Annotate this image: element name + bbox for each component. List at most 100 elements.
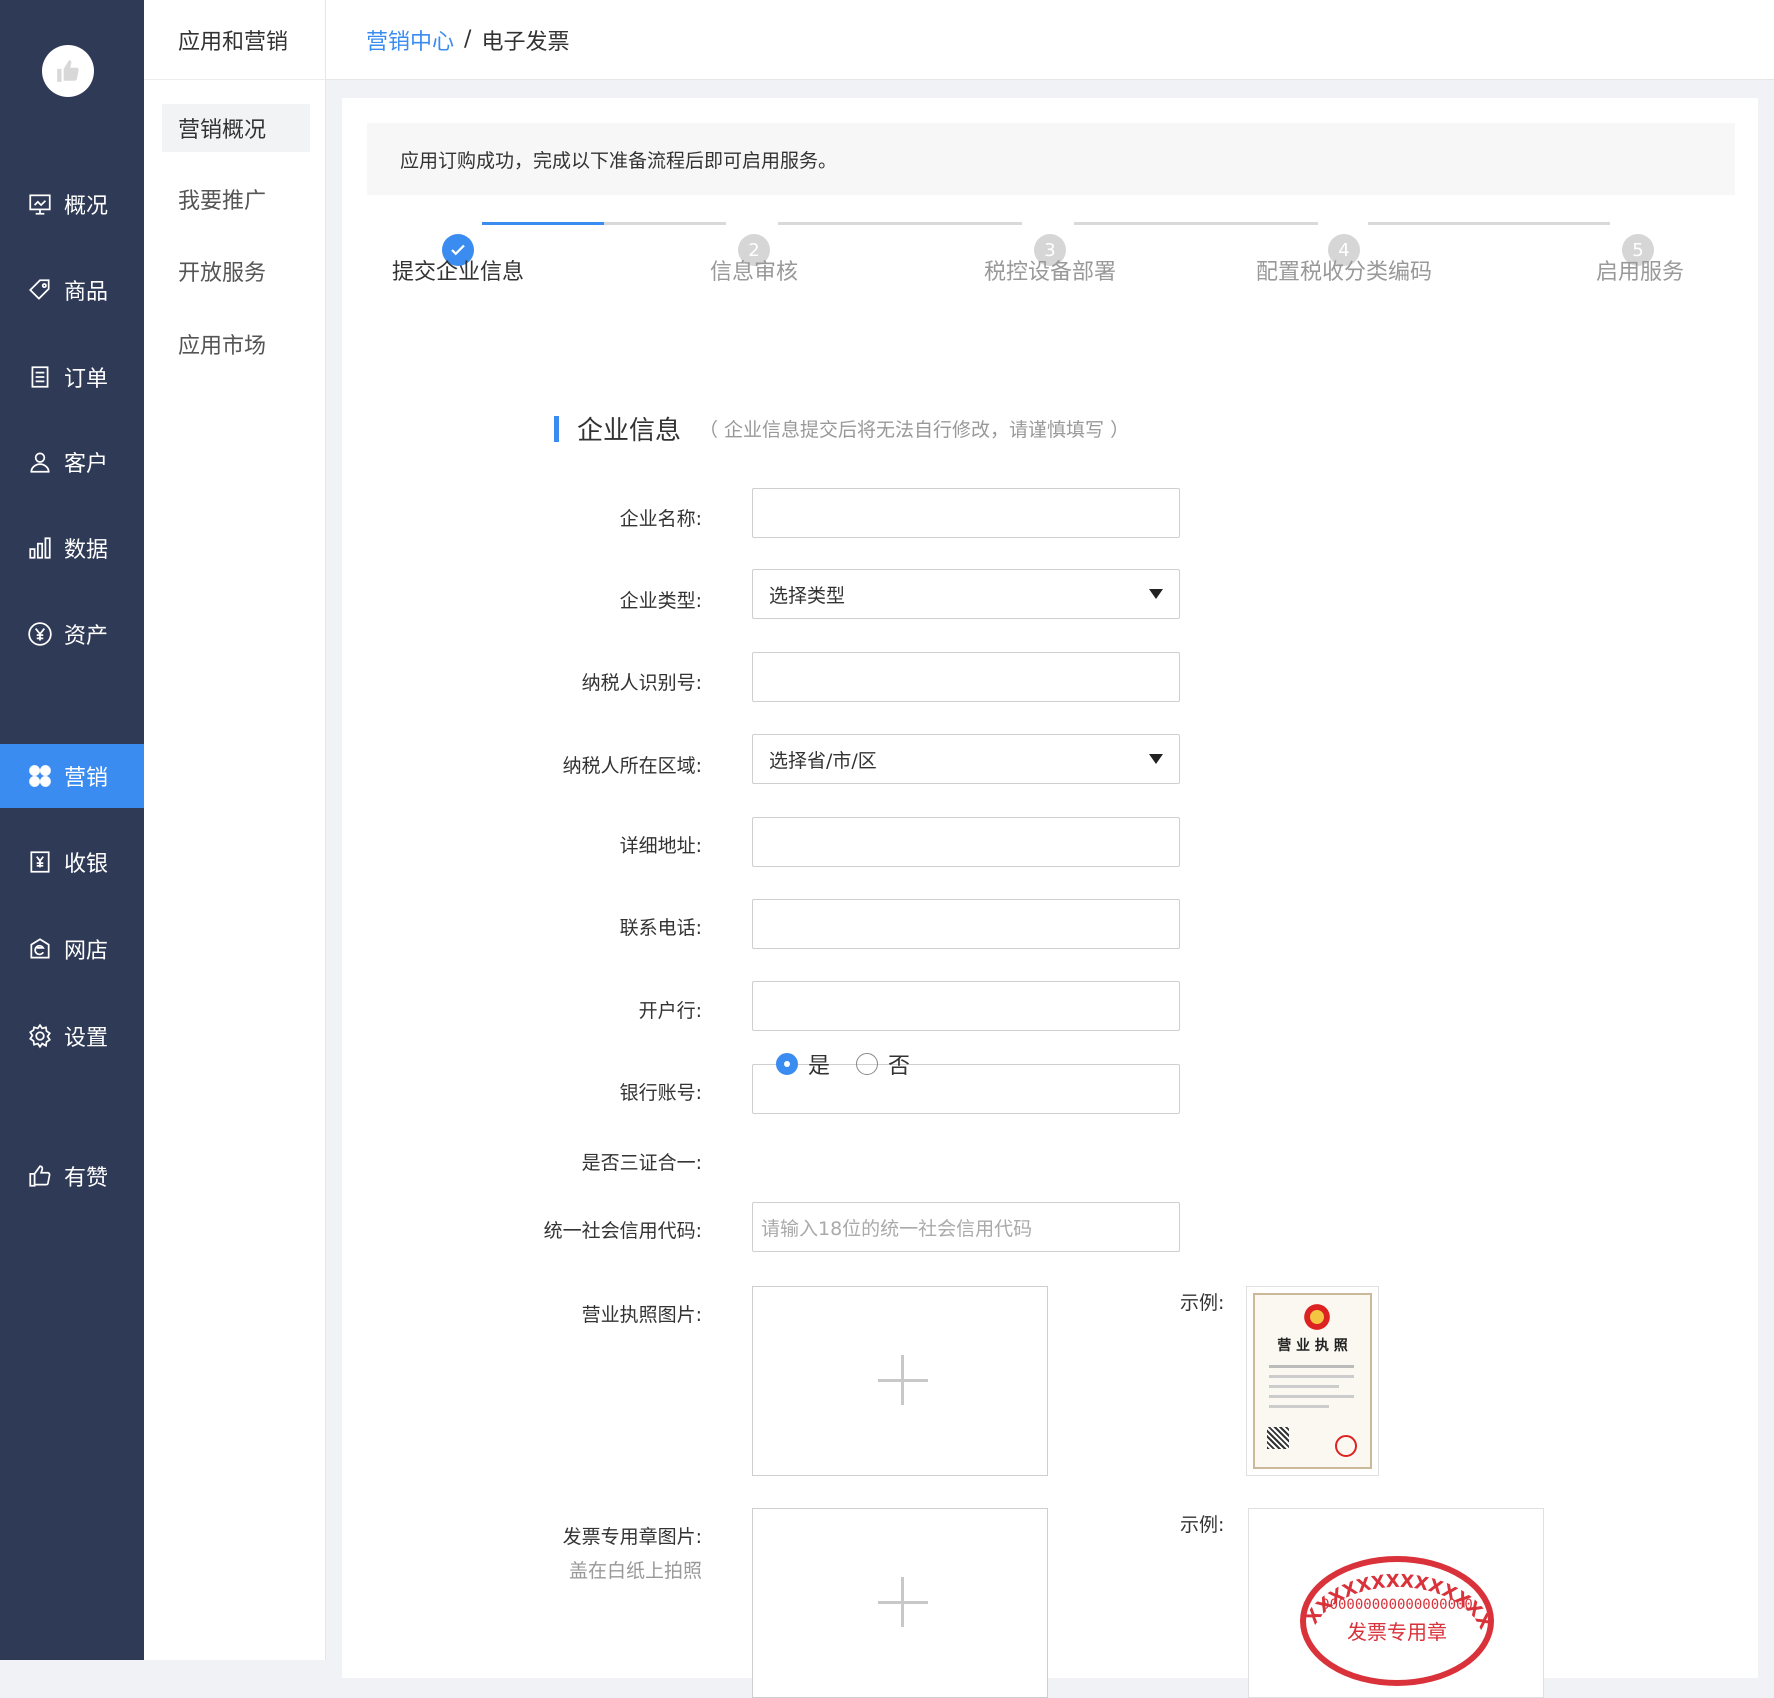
sidebar-item-label: 资产: [64, 624, 109, 649]
sidebar-item-customers[interactable]: 客户: [0, 430, 144, 494]
step-connector-progress: [482, 222, 604, 225]
stamp-upload[interactable]: [752, 1508, 1048, 1698]
clover-icon: [26, 762, 54, 790]
license-example-document: 营 业 执 照: [1253, 1293, 1372, 1469]
sidebar-item-label: 商品: [64, 280, 109, 305]
main-panel: 应用订购成功，完成以下准备流程后即可启用服务。 2 3 4 5 提交企业信息 信…: [342, 98, 1758, 1698]
license-text-line: [1269, 1395, 1354, 1398]
license-text-line: [1269, 1365, 1354, 1368]
example-label: 示例:: [1180, 1292, 1225, 1314]
license-example-title: 营 业 执 照: [1277, 1338, 1348, 1354]
license-text-line: [1269, 1385, 1339, 1388]
section-header: 企业信息 （ 企业信息提交后将无法自行修改，请谨慎填写 ）: [554, 410, 1129, 447]
label-three-in-one: 是否三证合一:: [581, 1152, 702, 1174]
label-company-name: 企业名称:: [619, 508, 702, 530]
thumbs-up-icon: [26, 1162, 54, 1190]
breadcrumb: 营销中心 / 电子发票: [326, 0, 1774, 80]
credit-code-input[interactable]: 请输入18位的统一社会信用代码: [752, 1202, 1180, 1252]
sidebar-item-overview[interactable]: 概况: [0, 172, 144, 236]
address-input[interactable]: [752, 817, 1180, 867]
license-text-line: [1269, 1405, 1329, 1408]
bar-chart-icon: [26, 534, 54, 562]
yen-circle-icon: [26, 620, 54, 648]
thumbs-up-icon: [57, 60, 79, 82]
sidebar-item-products[interactable]: 商品: [0, 258, 144, 322]
red-stamp-icon: [1335, 1435, 1357, 1457]
sidebar-item-shop[interactable]: 网店: [0, 917, 144, 981]
sidebar-item-settings[interactable]: 设置: [0, 1004, 144, 1068]
secondary-nav-item-open-service[interactable]: 开放服务: [162, 247, 310, 295]
breadcrumb-current: 电子发票: [481, 29, 570, 55]
label-company-type: 企业类型:: [619, 590, 702, 612]
label-phone: 联系电话:: [619, 917, 702, 939]
step-2-label: 信息审核: [710, 260, 799, 285]
section-hint: （ 企业信息提交后将无法自行修改，请谨慎填写 ）: [699, 419, 1130, 441]
shop-icon: [26, 935, 54, 963]
success-notice: 应用订购成功，完成以下准备流程后即可启用服务。: [367, 123, 1735, 195]
license-text-line: [1269, 1375, 1354, 1378]
presentation-icon: [26, 190, 54, 218]
label-address: 详细地址:: [619, 835, 702, 857]
primary-sidebar: 概况 商品 订单 客户 数据 资产 营销 收银 网店 设置 有赞: [0, 0, 144, 1660]
stamp-number: 000000000000000000: [1321, 1597, 1473, 1613]
sidebar-item-label: 收银: [64, 852, 109, 877]
radio-no[interactable]: [856, 1053, 879, 1075]
invoice-stamp-example: XXXXXXXXXXXXXXXXX 000000000000000000 发票专…: [1249, 1509, 1496, 1686]
sidebar-item-data[interactable]: 数据: [0, 516, 144, 580]
dropdown-arrow-icon: [1149, 754, 1163, 764]
label-taxpayer-region: 纳税人所在区域:: [562, 755, 702, 777]
label-bank: 开户行:: [638, 1000, 702, 1022]
secondary-nav-item-promote[interactable]: 我要推广: [162, 175, 310, 223]
sidebar-item-orders[interactable]: 订单: [0, 345, 144, 409]
phone-input[interactable]: [752, 899, 1180, 949]
company-type-select[interactable]: 选择类型: [752, 569, 1180, 619]
plus-icon-vertical: [901, 1577, 904, 1627]
label-bank-account: 银行账号:: [619, 1082, 702, 1104]
taxpayer-region-select[interactable]: 选择省/市/区: [752, 734, 1180, 784]
sidebar-item-assets[interactable]: 资产: [0, 602, 144, 666]
step-connector-2: [778, 222, 1022, 225]
sidebar-item-label: 设置: [64, 1026, 109, 1051]
stamp-name: 发票专用章: [1347, 1620, 1447, 1644]
secondary-nav-item-app-market[interactable]: 应用市场: [162, 320, 310, 368]
sidebar-item-label: 营销: [64, 766, 109, 791]
section-accent-bar: [554, 415, 559, 442]
company-type-value: 选择类型: [769, 584, 846, 607]
step-5-label: 启用服务: [1596, 260, 1685, 285]
radio-yes-label[interactable]: 是: [808, 1048, 830, 1080]
secondary-nav: 应用和营销 营销概况 我要推广 开放服务 应用市场: [144, 0, 326, 1660]
stamp-image-hint: 盖在白纸上拍照: [568, 1560, 702, 1582]
taxpayer-id-input[interactable]: [752, 652, 1180, 702]
receipt-icon: [26, 848, 54, 876]
sidebar-item-label: 数据: [64, 538, 109, 563]
radio-yes[interactable]: [776, 1053, 798, 1075]
radio-no-label[interactable]: 否: [888, 1048, 910, 1080]
sidebar-item-label: 客户: [64, 452, 109, 477]
step-4-label: 配置税收分类编码: [1256, 260, 1433, 285]
example-label: 示例:: [1180, 1514, 1225, 1536]
bank-input[interactable]: [752, 981, 1180, 1031]
sidebar-item-label: 订单: [64, 367, 109, 392]
sidebar-item-cashier[interactable]: 收银: [0, 830, 144, 894]
label-stamp-image: 发票专用章图片:: [562, 1526, 702, 1548]
dropdown-arrow-icon: [1149, 589, 1163, 599]
breadcrumb-link-marketing-center[interactable]: 营销中心: [366, 24, 454, 56]
step-1-label: 提交企业信息: [392, 260, 525, 285]
gear-icon: [26, 1022, 54, 1050]
sidebar-item-label: 有赞: [64, 1166, 109, 1191]
user-icon: [26, 448, 54, 476]
tag-icon: [26, 276, 54, 304]
sidebar-item-marketing[interactable]: 营销: [0, 744, 144, 808]
secondary-nav-item-overview[interactable]: 营销概况: [162, 104, 310, 152]
taxpayer-region-value: 选择省/市/区: [769, 749, 877, 772]
qr-code-icon: [1267, 1427, 1289, 1449]
step-3-label: 税控设备部署: [984, 260, 1117, 285]
stamp-example-image: XXXXXXXXXXXXXXXXX 000000000000000000 发票专…: [1248, 1508, 1544, 1698]
document-icon: [26, 363, 54, 391]
company-name-input[interactable]: [752, 488, 1180, 538]
logo[interactable]: [42, 45, 94, 97]
license-example-image: 营 业 执 照: [1246, 1286, 1379, 1476]
sidebar-item-youzan[interactable]: 有赞: [0, 1144, 144, 1208]
license-upload[interactable]: [752, 1286, 1048, 1476]
label-credit-code: 统一社会信用代码:: [543, 1220, 702, 1242]
